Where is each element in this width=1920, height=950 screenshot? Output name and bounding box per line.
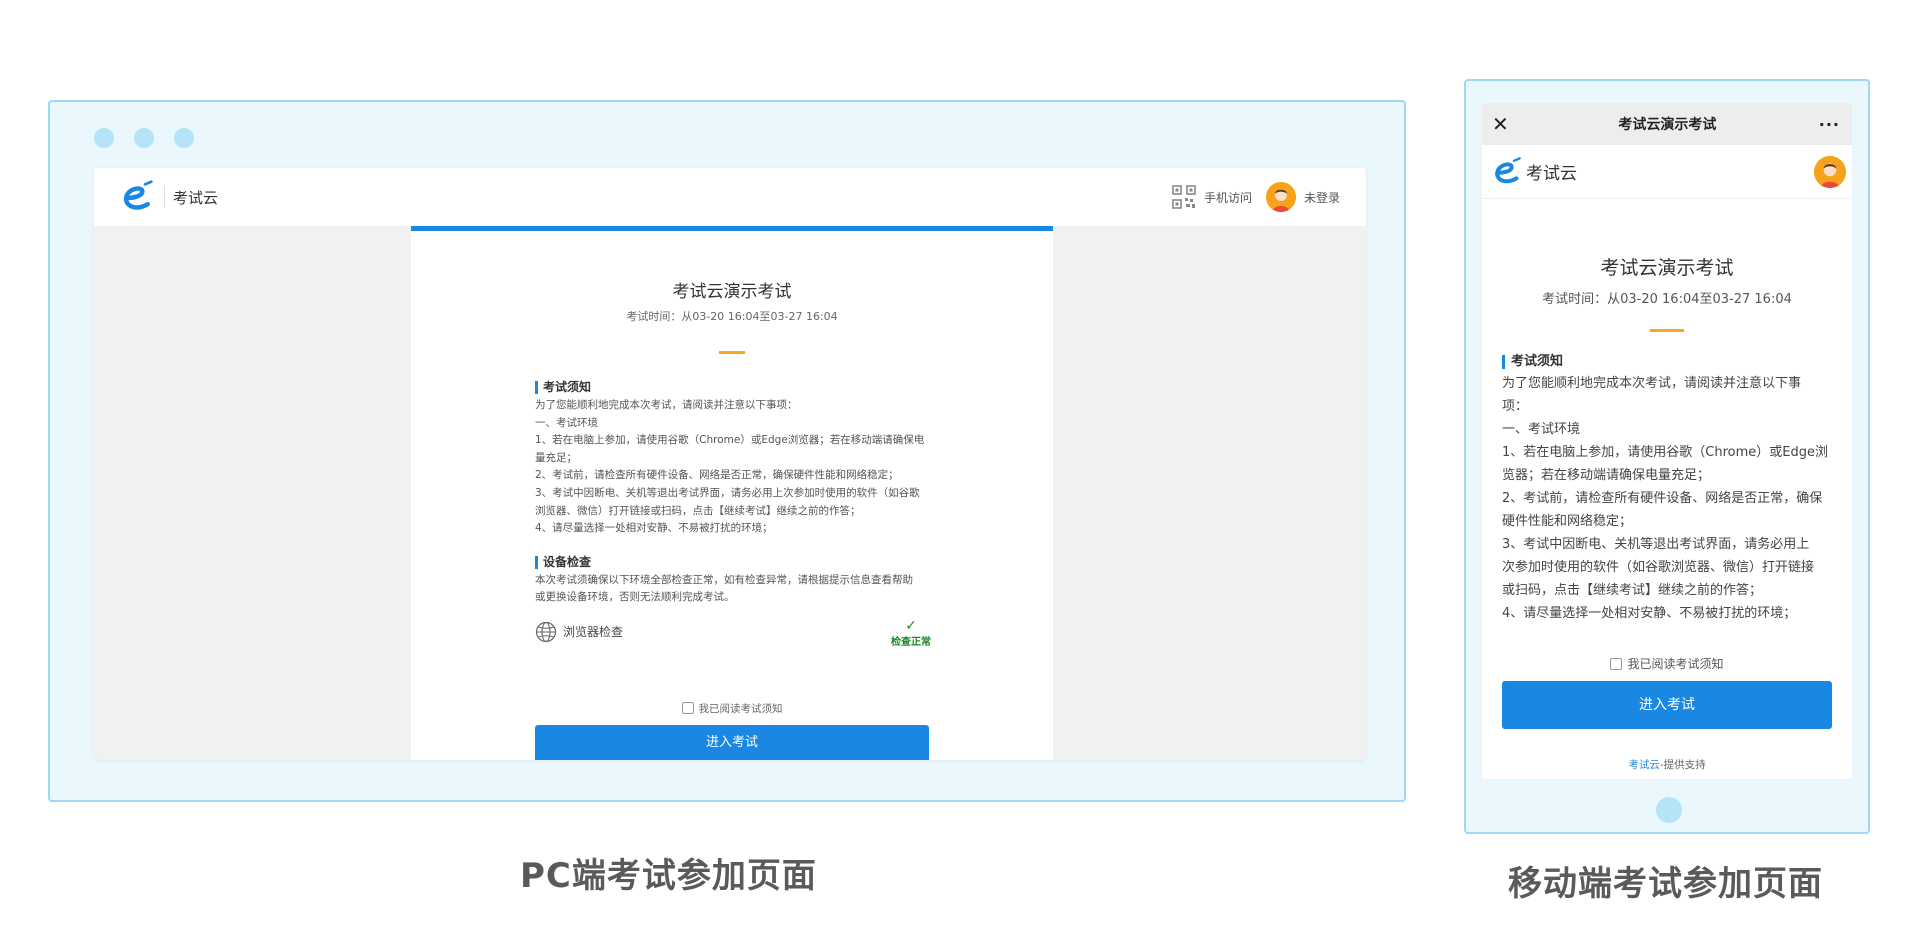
pc-header-right: 手机访问 未登录 xyxy=(1172,182,1340,212)
notice-line: 2、考试前，请检查所有硬件设备、网络是否正常，确保硬件性能和网络稳定； xyxy=(535,469,899,482)
agree-checkbox[interactable] xyxy=(681,702,694,714)
checkmark-icon: ✓ xyxy=(905,617,917,634)
notice-line: 为了您能顺利地完成本次考试，请阅读并注意以下事项： xyxy=(535,399,798,411)
notice-line: 为了您能顺利地完成本次考试，请阅读并注意以下事 xyxy=(1502,376,1802,391)
more-icon[interactable]: ··· xyxy=(1819,115,1840,134)
exam-title: 考试云演示考试 xyxy=(1600,257,1734,279)
mobile-notice-content: 考试须知 为了您能顺利地完成本次考试，请阅读并注意以下事 项： 一、考试环境 1… xyxy=(1502,355,1832,625)
notice-section-title: 考试须知 xyxy=(1502,355,1832,369)
exam-time: 考试时间：从03-20 16:04至03-27 16:04 xyxy=(1542,292,1792,307)
pc-exam-paper: 考试云演示考试 考试时间：从03-20 16:04至03-27 16:04 考试… xyxy=(411,226,1053,760)
pc-notice-content: 考试须知 为了您能顺利地完成本次考试，请阅读并注意以下事项： 一、考试环境 1、… xyxy=(535,381,931,659)
mobile-screen: ✕ 考试云演示考试 ··· 考试云 考试云演示考试 考试时间：从03-20 16… xyxy=(1482,103,1852,779)
pc-caption: PC端考试参加页面 xyxy=(520,856,817,896)
notice-line: 一、考试环境 xyxy=(1502,422,1581,437)
notice-line: 3、考试中因断电、关机等退出考试界面，请务必用上 xyxy=(1502,537,1810,552)
check-ok-label: 检查正常 xyxy=(891,636,931,648)
notice-line: 量充足； xyxy=(535,451,577,464)
notice-line: 浏览器、微信）打开链接或扫码，点击【继续考试】继续之前的作答； xyxy=(535,504,861,517)
notice-line: 次参加时使用的软件（如谷歌浏览器、微信）打开链接 xyxy=(1502,560,1815,575)
notice-line: 硬件性能和网络稳定； xyxy=(1502,514,1633,529)
agree-checkbox[interactable] xyxy=(1610,658,1623,670)
notice-line: 一、考试环境 xyxy=(535,416,598,429)
pc-browser-view: 考试云 手机访问 未登录 考试云演示考试 考试时间：从03-20 16:04至0… xyxy=(94,168,1366,760)
exam-time: 考试时间：从03-20 16:04至03-27 16:04 xyxy=(626,310,838,323)
mobile-header: 考试云 xyxy=(1482,145,1852,199)
notice-line: 4、请尽量选择一处相对安静、不易被打扰的环境； xyxy=(1502,606,1797,621)
exam-title: 考试云演示考试 xyxy=(672,282,792,302)
title-separator xyxy=(1650,329,1684,332)
notice-line: 览器；若在移动端请确保电量充足； xyxy=(1502,468,1711,483)
title-separator xyxy=(719,351,745,354)
window-dots xyxy=(94,128,194,148)
notice-line: 1、若在电脑上参加，请使用谷歌（Chrome）或Edge浏览器；若在移动端请确保… xyxy=(535,434,925,447)
mobile-footer: 考试云-提供支持 xyxy=(1482,757,1852,772)
enter-exam-button[interactable]: 进入考试 xyxy=(535,725,929,760)
avatar-icon[interactable] xyxy=(1814,155,1846,188)
login-status[interactable]: 未登录 xyxy=(1304,189,1340,206)
logo-e-icon[interactable] xyxy=(1490,156,1522,188)
footer-brand-link[interactable]: 考试云 xyxy=(1628,759,1660,771)
mobile-mockup-frame: ✕ 考试云演示考试 ··· 考试云 考试云演示考试 考试时间：从03-20 16… xyxy=(1464,79,1870,834)
device-line: 本次考试须确保以下环境全部检查正常，如有检查异常，请根据提示信息查看帮助 xyxy=(535,573,913,586)
notice-line: 2、考试前，请检查所有硬件设备、网络是否正常，确保 xyxy=(1502,491,1823,506)
mobile-access-link[interactable]: 手机访问 xyxy=(1204,189,1252,206)
mobile-caption: 移动端考试参加页面 xyxy=(1508,864,1823,904)
home-button xyxy=(1656,797,1682,823)
close-icon[interactable]: ✕ xyxy=(1492,112,1516,136)
enter-exam-button[interactable]: 进入考试 xyxy=(1502,681,1832,729)
browser-check-row: 浏览器检查 ✓ 检查正常 xyxy=(535,619,931,659)
window-dot xyxy=(94,128,114,148)
device-line: 或更换设备环境，否则无法顺利完成考试。 xyxy=(535,591,735,604)
browser-check-label: 浏览器检查 xyxy=(563,624,624,639)
device-section-title: 设备检查 xyxy=(535,555,929,569)
pc-header: 考试云 手机访问 未登录 xyxy=(94,168,1366,226)
logo-e-icon xyxy=(123,180,153,210)
agree-label[interactable]: 我已阅读考试须知 xyxy=(1627,657,1723,671)
mobile-topbar: ✕ 考试云演示考试 ··· xyxy=(1482,103,1852,145)
globe-icon xyxy=(535,621,557,643)
window-dot xyxy=(174,128,194,148)
qr-code-icon[interactable] xyxy=(1172,185,1196,209)
notice-line: 1、若在电脑上参加，请使用谷歌（Chrome）或Edge浏 xyxy=(1502,445,1828,460)
mobile-topbar-title: 考试云演示考试 xyxy=(1618,117,1717,133)
logo-text: 考试云 xyxy=(1526,164,1577,184)
logo-text: 考试云 xyxy=(173,188,219,207)
footer-text: -提供支持 xyxy=(1659,759,1706,771)
notice-line: 或扫码，点击【继续考试】继续之前的作答； xyxy=(1502,583,1763,598)
agree-row: 我已阅读考试须知 xyxy=(1482,655,1852,672)
check-status: ✓ 检查正常 xyxy=(891,619,931,648)
notice-line: 项： xyxy=(1502,399,1529,414)
pc-mockup-frame: 考试云 手机访问 未登录 考试云演示考试 考试时间：从03-20 16:04至0… xyxy=(48,100,1406,802)
agree-label[interactable]: 我已阅读考试须知 xyxy=(699,703,783,715)
avatar-icon[interactable] xyxy=(1265,182,1296,212)
logo-divider xyxy=(164,186,165,208)
window-dot xyxy=(134,128,154,148)
notice-line: 4、请尽量选择一处相对安静、不易被打扰的环境； xyxy=(535,522,773,535)
notice-line: 3、考试中因断电、关机等退出考试界面，请务必用上次参加时使用的软件（如谷歌 xyxy=(535,486,920,499)
notice-section-title: 考试须知 xyxy=(535,381,929,394)
pc-logo[interactable]: 考试云 xyxy=(118,179,218,215)
agree-row: 我已阅读考试须知 xyxy=(411,701,1053,716)
